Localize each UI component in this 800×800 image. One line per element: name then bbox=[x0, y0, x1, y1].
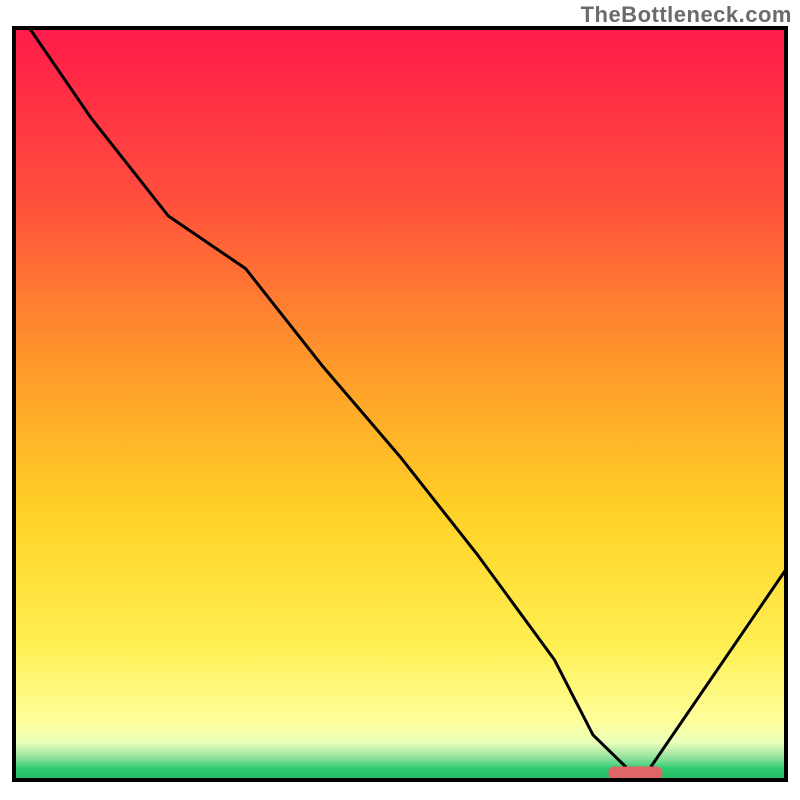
optimal-range-marker bbox=[608, 767, 662, 780]
plot-area bbox=[14, 28, 786, 780]
chart-stage: TheBottleneck.com bbox=[0, 0, 800, 800]
gradient-background bbox=[14, 28, 786, 780]
bottleneck-chart bbox=[0, 0, 800, 800]
